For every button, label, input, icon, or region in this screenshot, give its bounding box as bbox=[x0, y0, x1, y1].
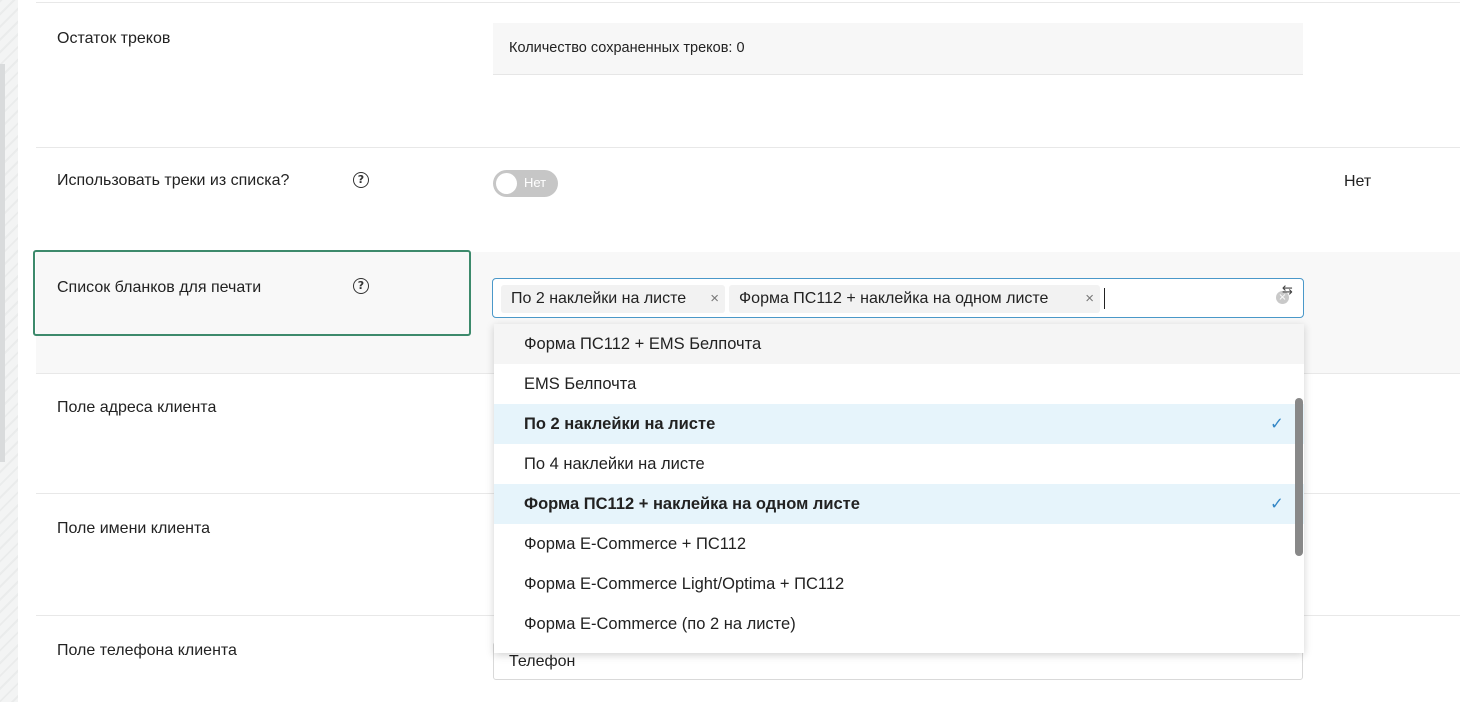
dropdown-option[interactable]: Форма ПС112 + наклейка на одном листе ✓ bbox=[494, 484, 1304, 524]
selected-tag-label: По 2 наклейки на листе bbox=[511, 290, 687, 307]
dropdown-option[interactable]: EMS Белпочта bbox=[494, 364, 1304, 404]
dropdown-option[interactable]: Форма E-Commerce (по 2 на листе) bbox=[494, 604, 1304, 644]
dropdown-option-label: Форма ПС112 + EMS Белпочта bbox=[524, 335, 762, 353]
use-tracks-toggle[interactable]: Нет bbox=[493, 170, 558, 197]
dropdown-option-label: Форма E-Commerce + ПС112 bbox=[524, 535, 747, 553]
dropdown-option-label: Форма ПС112 + наклейка на одном листе bbox=[524, 495, 860, 513]
text-caret bbox=[1104, 288, 1105, 309]
dropdown-option-label: EMS Белпочта bbox=[524, 375, 637, 393]
selected-tag: По 2 наклейки на листе × bbox=[501, 285, 725, 313]
left-background-strip bbox=[0, 0, 18, 702]
dropdown-option-label: По 4 наклейки на листе bbox=[524, 455, 705, 473]
dropdown-option[interactable]: Форма E-Commerce Light/Optima + ПС112 bbox=[494, 564, 1304, 604]
tracks-remaining-label: Остаток треков bbox=[57, 30, 171, 47]
field-highlight-frame bbox=[33, 250, 471, 336]
options-dropdown: Форма ПС112 + EMS Белпочта EMS Белпочта По… bbox=[494, 324, 1304, 653]
tracks-count-info: Количество сохраненных треков: 0 bbox=[493, 23, 1303, 75]
print-forms-multiselect[interactable]: По 2 наклейки на листе × Форма ПС112 + н… bbox=[492, 278, 1304, 318]
dropdown-option[interactable]: Форма ПС112 + EMS Белпочта bbox=[494, 324, 1304, 364]
page-scrollbar[interactable] bbox=[0, 64, 5, 462]
use-tracks-label: Использовать треки из списка? bbox=[57, 172, 290, 189]
help-icon[interactable]: ? bbox=[353, 172, 369, 188]
dropdown-scrollbar[interactable] bbox=[1295, 398, 1303, 556]
dropdown-option-label: Форма E-Commerce (по 2 на листе) bbox=[524, 615, 796, 633]
dropdown-option[interactable]: По 4 наклейки на листе bbox=[494, 444, 1304, 484]
tracks-count-text: Количество сохраненных треков: 0 bbox=[509, 40, 745, 56]
row-use-tracks: Использовать треки из списка? ? bbox=[36, 146, 1460, 253]
toggle-knob bbox=[496, 173, 517, 194]
dropdown-option-label: Форма E-Commerce Light/Optima + ПС112 bbox=[524, 575, 845, 593]
client-name-label: Поле имени клиента bbox=[57, 520, 211, 537]
remove-tag-icon[interactable]: × bbox=[710, 285, 719, 313]
check-icon: ✓ bbox=[1270, 414, 1284, 433]
client-phone-label: Поле телефона клиента bbox=[57, 642, 237, 659]
dropdown-option-label: По 2 наклейки на листе bbox=[524, 415, 716, 433]
toggle-label: Нет bbox=[524, 175, 547, 190]
client-address-label: Поле адреса клиента bbox=[57, 399, 217, 416]
sort-icon[interactable]: ⇆ bbox=[1282, 283, 1293, 298]
use-tracks-value: Нет bbox=[1344, 173, 1372, 190]
remove-tag-icon[interactable]: × bbox=[1085, 285, 1094, 313]
check-icon: ✓ bbox=[1270, 494, 1284, 513]
selected-tag-label: Форма ПС112 + наклейка на одном листе bbox=[739, 290, 1049, 307]
client-phone-value: Телефон bbox=[509, 653, 576, 670]
selected-tag: Форма ПС112 + наклейка на одном листе × bbox=[729, 285, 1100, 313]
dropdown-option[interactable]: Форма E-Commerce + ПС112 bbox=[494, 524, 1304, 564]
dropdown-option[interactable]: По 2 наклейки на листе ✓ bbox=[494, 404, 1304, 444]
